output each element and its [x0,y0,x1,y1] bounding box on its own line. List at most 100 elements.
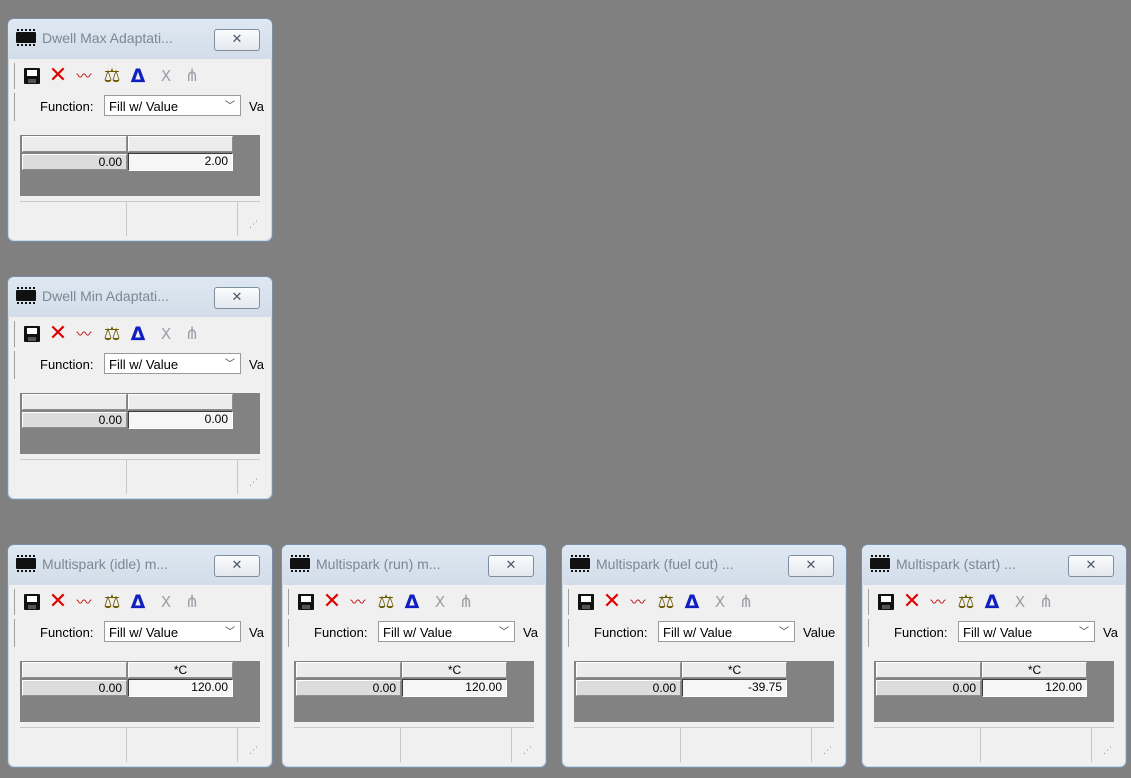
column-header-right: *C [128,662,233,678]
fork-icon[interactable]: ⋔ [181,65,203,87]
save-icon[interactable] [875,591,897,613]
x-axis-icon[interactable]: X [429,591,451,613]
title-bar[interactable]: Multispark (start) ... ✕ [862,545,1126,585]
fork-icon[interactable]: ⋔ [455,591,477,613]
x-axis-icon[interactable]: X [155,65,177,87]
title-bar[interactable]: Multispark (idle) m... ✕ [8,545,272,585]
resize-grip-icon[interactable]: ⋰ [249,746,258,756]
chart-icon[interactable]: 〰 [73,65,95,87]
chevron-down-icon: ﹀ [499,627,509,638]
resize-grip-icon[interactable]: ⋰ [523,746,532,756]
row-axis-cell[interactable]: 0.00 [876,680,981,696]
delete-icon[interactable]: ✕ [47,323,69,345]
close-button[interactable]: ✕ [214,29,260,51]
x-axis-icon[interactable]: X [709,591,731,613]
save-icon[interactable] [575,591,597,613]
scale-icon[interactable]: ⚖ [101,323,123,345]
title-bar[interactable]: Dwell Max Adaptati... ✕ [8,19,272,59]
fork-icon[interactable]: ⋔ [1035,591,1057,613]
close-button[interactable]: ✕ [1068,555,1114,577]
save-icon[interactable] [21,323,43,345]
function-select-value: Fill w/ Value [109,357,179,372]
table-window-dwell-min[interactable]: Dwell Min Adaptati... ✕ ✕ 〰 ⚖ Δ X ⋔ Func… [7,276,273,500]
title-bar[interactable]: Multispark (fuel cut) ... ✕ [562,545,846,585]
delete-icon[interactable]: ✕ [601,591,623,613]
function-label: Function: [894,625,948,640]
scale-icon[interactable]: ⚖ [101,65,123,87]
function-select[interactable]: Fill w/ Value ﹀ [658,621,795,642]
save-icon[interactable] [21,591,43,613]
resize-grip-icon[interactable]: ⋰ [249,478,258,488]
value-cell[interactable]: 0.00 [128,411,233,429]
value-label: Va [249,99,264,114]
chart-icon[interactable]: 〰 [627,591,649,613]
chart-icon[interactable]: 〰 [73,323,95,345]
column-header-right: *C [982,662,1087,678]
delta-icon[interactable]: Δ [981,591,1003,613]
x-axis-icon[interactable]: X [1009,591,1031,613]
delete-icon[interactable]: ✕ [321,591,343,613]
x-axis-icon[interactable]: X [155,323,177,345]
table-window-multispark-idle[interactable]: Multispark (idle) m... ✕ ✕ 〰 ⚖ Δ X ⋔ Fun… [7,544,273,768]
delete-icon[interactable]: ✕ [47,65,69,87]
close-button[interactable]: ✕ [488,555,534,577]
function-select-value: Fill w/ Value [663,625,733,640]
function-select[interactable]: Fill w/ Value ﹀ [104,621,241,642]
delete-icon[interactable]: ✕ [901,591,923,613]
toolbar: ✕ 〰 ⚖ Δ X ⋔ [568,589,846,615]
fork-icon[interactable]: ⋔ [735,591,757,613]
column-header-right: *C [402,662,507,678]
resize-grip-icon[interactable]: ⋰ [249,220,258,230]
scale-icon[interactable]: ⚖ [655,591,677,613]
table-window-multispark-run[interactable]: Multispark (run) m... ✕ ✕ 〰 ⚖ Δ X ⋔ Func… [281,544,547,768]
status-bar: ⋰ [294,727,534,762]
save-icon[interactable] [21,65,43,87]
x-axis-icon[interactable]: X [155,591,177,613]
function-select[interactable]: Fill w/ Value ﹀ [104,353,241,374]
value-cell[interactable]: 120.00 [982,679,1087,697]
table-window-multispark-start[interactable]: Multispark (start) ... ✕ ✕ 〰 ⚖ Δ X ⋔ Fun… [861,544,1127,768]
row-axis-cell[interactable]: 0.00 [22,680,127,696]
chart-icon[interactable]: 〰 [927,591,949,613]
chart-icon[interactable]: 〰 [73,591,95,613]
save-icon[interactable] [295,591,317,613]
function-select-value: Fill w/ Value [963,625,1033,640]
close-button[interactable]: ✕ [214,287,260,309]
value-cell[interactable]: 2.00 [128,153,233,171]
delta-icon[interactable]: Δ [401,591,423,613]
resize-grip-icon[interactable]: ⋰ [1103,746,1112,756]
delta-icon[interactable]: Δ [127,65,149,87]
resize-grip-icon[interactable]: ⋰ [823,746,832,756]
column-header-left [576,662,681,678]
delta-icon[interactable]: Δ [127,591,149,613]
table-window-dwell-max[interactable]: Dwell Max Adaptati... ✕ ✕ 〰 ⚖ Δ X ⋔ Func… [7,18,273,242]
toolbar: ✕ 〰 ⚖ Δ X ⋔ [288,589,546,615]
fork-icon[interactable]: ⋔ [181,323,203,345]
row-axis-cell[interactable]: 0.00 [576,680,681,696]
chart-icon[interactable]: 〰 [347,591,369,613]
scale-icon[interactable]: ⚖ [955,591,977,613]
close-button[interactable]: ✕ [214,555,260,577]
value-cell[interactable]: 120.00 [402,679,507,697]
scale-icon[interactable]: ⚖ [101,591,123,613]
function-select[interactable]: Fill w/ Value ﹀ [958,621,1095,642]
function-select[interactable]: Fill w/ Value ﹀ [378,621,515,642]
close-button[interactable]: ✕ [788,555,834,577]
title-bar[interactable]: Multispark (run) m... ✕ [282,545,546,585]
function-select-value: Fill w/ Value [109,99,179,114]
delta-icon[interactable]: Δ [127,323,149,345]
value-cell[interactable]: -39.75 [682,679,787,697]
scale-icon[interactable]: ⚖ [375,591,397,613]
delete-icon[interactable]: ✕ [47,591,69,613]
fork-icon[interactable]: ⋔ [181,591,203,613]
value-cell[interactable]: 120.00 [128,679,233,697]
table-window-multispark-fuel-cut[interactable]: Multispark (fuel cut) ... ✕ ✕ 〰 ⚖ Δ X ⋔ … [561,544,847,768]
function-select[interactable]: Fill w/ Value ﹀ [104,95,241,116]
row-axis-cell[interactable]: 0.00 [22,154,127,170]
row-axis-cell[interactable]: 0.00 [296,680,401,696]
row-axis-cell[interactable]: 0.00 [22,412,127,428]
window-title: Dwell Min Adaptati... [42,288,169,304]
delta-icon[interactable]: Δ [681,591,703,613]
title-bar[interactable]: Dwell Min Adaptati... ✕ [8,277,272,317]
column-header-left [22,662,127,678]
